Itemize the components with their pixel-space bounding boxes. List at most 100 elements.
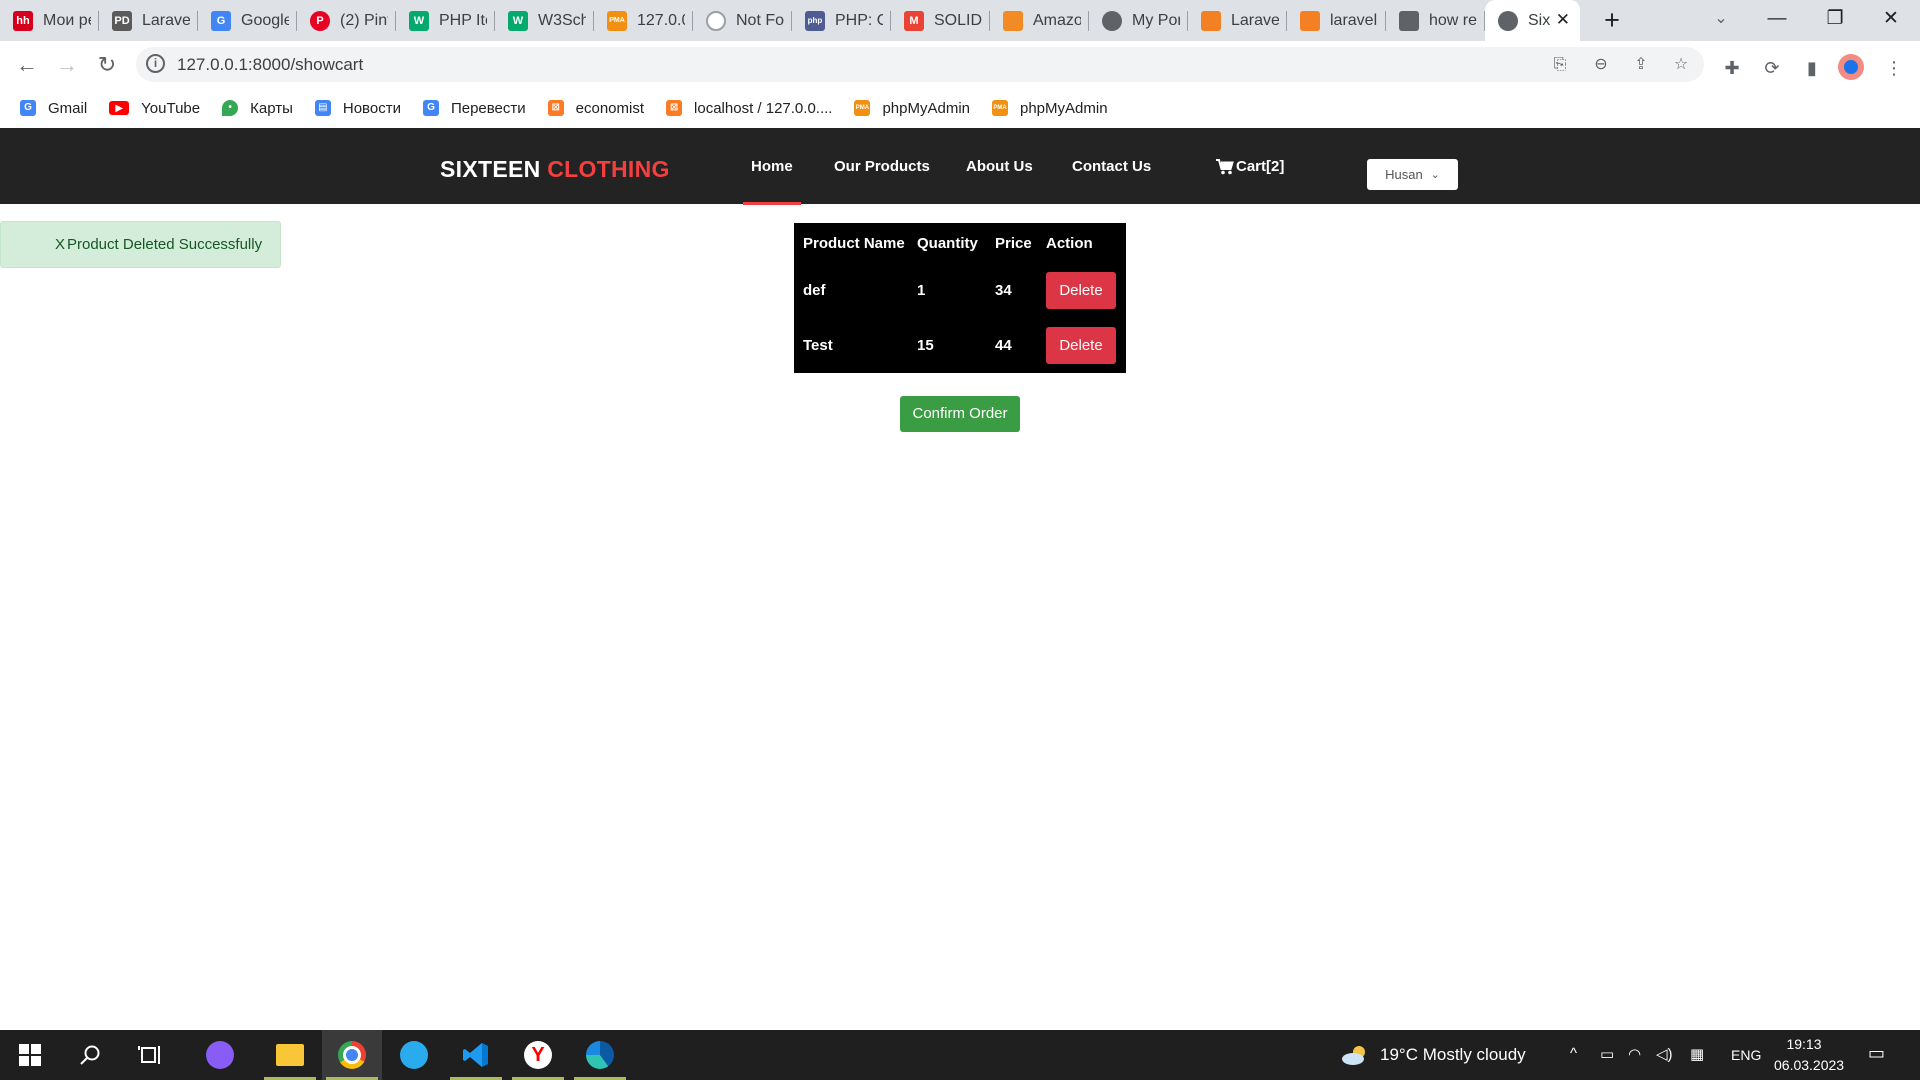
minimize-button[interactable]: — [1748,0,1806,41]
share-icon[interactable]: ⇪ [1630,54,1652,76]
bookmark-translate[interactable]: G Перевести [422,99,526,117]
close-tab-icon[interactable]: ✕ [1556,10,1570,30]
performance-icon[interactable]: ⟳ [1760,56,1784,80]
edge-icon[interactable] [570,1030,630,1080]
address-bar[interactable]: i 127.0.0.1:8000/showcart ⎘ ⊖ ⇪ ☆ [136,47,1704,82]
restore-button[interactable]: ❐ [1806,0,1864,41]
delete-button[interactable]: Delete [1046,272,1116,309]
browser-tab[interactable]: php PHP: Ob [792,0,891,41]
nav-home[interactable]: Home [743,158,801,205]
bookmark-star-icon[interactable]: ☆ [1670,54,1692,76]
browser-tab[interactable]: G Google [198,0,297,41]
user-dropdown-button[interactable]: Husan ⌄ [1367,159,1458,190]
bookmark-label: phpMyAdmin [1020,99,1108,117]
bookmark-phpmyadmin[interactable]: PMA phpMyAdmin [854,100,970,117]
browser-tab[interactable]: PD Laravel [99,0,198,41]
bookmark-label: Новости [342,99,401,117]
wifi-icon[interactable]: ◠ [1628,1045,1641,1063]
tab-favicon-icon: W [508,10,528,31]
bookmark-localhost[interactable]: ⊠ localhost / 127.0.0.... [666,100,832,117]
search-icon[interactable] [60,1030,120,1080]
weather-text[interactable]: 19°C Mostly cloudy [1380,1045,1526,1065]
browser-tab[interactable]: W W3Scho [495,0,594,41]
alert-close-button[interactable]: X [55,222,65,267]
notifications-icon[interactable]: ▭ [1868,1043,1885,1064]
tab-title: W3Scho [538,11,586,29]
brand-main-text: SIXTEEN [440,156,541,182]
tab-title: Amazo [1033,11,1081,29]
bookmark-news[interactable]: ▤ Новости [314,99,401,117]
tab-favicon-icon [1201,10,1221,31]
keyboard-icon[interactable]: ▦ [1690,1045,1704,1063]
cart-table: Product Name Quantity Price Action def 1… [794,223,1126,373]
tab-title: (2) Pint [340,11,388,29]
bookmark-economist[interactable]: ⊠ economist [547,99,645,117]
show-hidden-icons-chevron-icon[interactable]: ^ [1570,1045,1577,1062]
browser-tab[interactable]: how re [1386,0,1485,41]
tab-favicon-icon: P [310,10,330,31]
brand-accent-text: CLOTHING [547,156,670,182]
weather-cloud-icon[interactable] [1330,1030,1380,1080]
bookmark-label: Перевести [450,99,526,117]
zoom-icon[interactable]: ⊖ [1590,54,1612,76]
site-logo[interactable]: SIXTEEN CLOTHING [440,156,670,183]
tab-title: Laravel [142,11,190,29]
start-button[interactable] [0,1030,60,1080]
back-button[interactable]: ← [12,50,42,80]
globe-icon [1498,10,1518,31]
yandex-browser-icon[interactable]: Y [508,1030,568,1080]
tab-title: Not For [736,11,784,29]
site-info-icon[interactable]: i [146,54,165,73]
vscode-icon[interactable] [446,1030,506,1080]
file-explorer-icon[interactable] [260,1030,320,1080]
tab-search-chevron-icon[interactable]: ⌄ [1706,4,1736,34]
battery-icon[interactable]: ▭ [1600,1045,1614,1063]
nav-cart[interactable]: Cart[2] [1216,158,1284,175]
bookmark-phpmyadmin[interactable]: PMA phpMyAdmin [992,100,1108,117]
forward-button[interactable]: → [52,50,82,80]
browser-tab-active[interactable]: Sixt ✕ [1485,0,1580,41]
nav-about-us[interactable]: About Us [966,158,1033,175]
telegram-icon[interactable] [384,1030,444,1080]
input-language[interactable]: ENG [1731,1047,1761,1063]
browser-tab[interactable]: My Por [1089,0,1188,41]
new-tab-button[interactable]: + [1597,6,1627,36]
product-name-cell: Test [803,337,833,354]
confirm-order-button[interactable]: Confirm Order [900,396,1020,432]
alert-message: Product Deleted Successfully [67,236,263,253]
profile-avatar[interactable] [1838,54,1864,80]
system-clock[interactable]: 19:13 06.03.2023 [1774,1034,1844,1076]
tab-title: SOLID p [934,11,982,29]
close-window-button[interactable]: ✕ [1862,0,1920,41]
task-view-icon[interactable] [120,1030,180,1080]
tab-favicon-icon [1399,10,1419,31]
bookmark-maps[interactable]: • Карты [222,100,293,117]
volume-icon[interactable]: ◁) [1656,1045,1673,1063]
translate-icon[interactable]: ⎘ [1549,54,1571,76]
extensions-icon[interactable]: ✚ [1720,56,1744,80]
reload-button[interactable]: ↻ [92,50,122,80]
browser-tab[interactable]: PMA 127.0.0 [594,0,693,41]
browser-tab[interactable]: M SOLID p [891,0,990,41]
chrome-icon[interactable] [322,1030,382,1080]
bookmark-label: economist [575,99,645,117]
browser-tab[interactable]: laravel [1287,0,1386,41]
side-panel-icon[interactable]: ▮ [1800,56,1824,80]
bookmark-gmail[interactable]: G Gmail [20,100,87,117]
browser-tab[interactable]: P (2) Pint [297,0,396,41]
alice-assistant-icon[interactable] [190,1030,250,1080]
bookmark-label: phpMyAdmin [882,99,970,117]
nav-contact-us[interactable]: Contact Us [1072,158,1151,175]
menu-kebab-icon[interactable]: ⋮ [1882,56,1906,80]
browser-tab[interactable]: Laravel [1188,0,1287,41]
delete-button[interactable]: Delete [1046,327,1116,364]
browser-tab[interactable]: W PHP Ite [396,0,495,41]
url-text[interactable]: 127.0.0.1:8000/showcart [177,55,363,75]
bookmark-youtube[interactable]: ▶ YouTube [109,100,200,117]
nav-our-products[interactable]: Our Products [834,158,930,175]
browser-tab[interactable]: Amazo [990,0,1089,41]
browser-tab[interactable]: Not For [693,0,792,41]
browser-tab[interactable]: hh Мои ре [0,0,99,41]
windows-logo-icon [19,1044,41,1066]
action-cell: Delete [1037,263,1126,318]
